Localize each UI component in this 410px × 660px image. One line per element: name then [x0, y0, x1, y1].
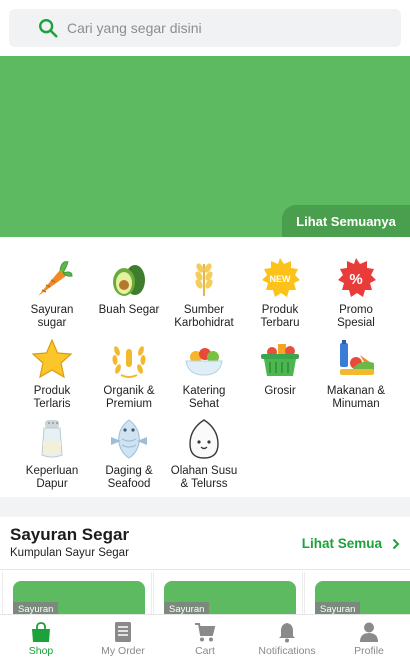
product-card[interactable]: Sayuran: [2, 572, 152, 615]
fish-icon: [111, 419, 147, 459]
egg-icon: [189, 419, 219, 459]
category-item[interactable]: Sayuran sugar: [11, 256, 93, 330]
section-subtitle: Kumpulan Sayur Segar: [10, 547, 129, 559]
svg-text:NEW: NEW: [270, 274, 292, 284]
fruit-bowl-icon: [185, 348, 223, 376]
promo-banner[interactable]: Lihat Semuanya: [0, 56, 410, 237]
nav-tab-my-order[interactable]: My Order: [82, 615, 164, 660]
category-item[interactable]: Katering Sehat: [163, 337, 245, 411]
carrot-icon: [38, 261, 73, 296]
product-carousel: Sayuran Sayuran Sayuran: [0, 569, 410, 615]
category-item[interactable]: Makanan & Minuman: [315, 337, 397, 411]
avocado-icon: [113, 265, 145, 296]
product-card[interactable]: Sayuran: [304, 572, 410, 615]
star-icon: [31, 338, 73, 379]
salt-shaker-icon: [41, 420, 63, 458]
nav-tab-notifications[interactable]: Notifications: [246, 615, 328, 660]
shop-bag-icon: [32, 622, 50, 642]
section-see-all-label: Lihat Semua: [301, 536, 382, 551]
cart-icon: [195, 623, 216, 642]
category-item[interactable]: % Promo Spesial: [315, 256, 397, 330]
search-icon: [39, 19, 58, 38]
bell-icon: [279, 623, 295, 643]
chevron-right-icon: [392, 538, 400, 549]
search-box[interactable]: [9, 9, 401, 47]
nav-tab-cart[interactable]: Cart: [164, 615, 246, 660]
section-see-all-link[interactable]: Lihat Semua: [302, 536, 400, 551]
new-badge-icon: NEW: [262, 258, 300, 297]
groceries-icon: [340, 340, 374, 375]
person-icon: [360, 622, 378, 642]
bottom-navigation: Shop My Order Cart Notifications Profile: [0, 614, 410, 660]
section-title: Sayuran Segar: [10, 525, 130, 544]
basket-icon: [261, 344, 299, 376]
category-item[interactable]: Keperluan Dapur: [11, 417, 93, 491]
category-item[interactable]: NEW Produk Terbaru: [239, 256, 321, 330]
svg-text:%: %: [349, 271, 362, 288]
product-card[interactable]: Sayuran: [153, 572, 303, 615]
nav-tab-profile[interactable]: Profile: [328, 615, 410, 660]
search-bar: [0, 0, 410, 56]
banner-see-all-button[interactable]: Lihat Semuanya: [282, 205, 410, 237]
category-item[interactable]: Olahan Susu & Telurss: [163, 417, 245, 491]
category-item[interactable]: Grosir: [239, 337, 321, 398]
order-list-icon: [115, 622, 131, 642]
category-item[interactable]: Buah Segar: [88, 256, 170, 317]
percent-badge-icon: %: [338, 258, 376, 297]
search-input[interactable]: [67, 20, 367, 36]
nav-tab-shop[interactable]: Shop: [0, 615, 82, 660]
category-item[interactable]: Daging & Seafood: [88, 417, 170, 491]
category-item[interactable]: Produk Terlaris: [11, 337, 93, 411]
category-item[interactable]: Sumber Karbohidrat: [163, 256, 245, 330]
wheat-icon: [195, 263, 213, 296]
category-item[interactable]: Organik & Premium: [88, 337, 170, 411]
section-divider: [0, 497, 410, 517]
laurel-icon: [112, 346, 146, 378]
